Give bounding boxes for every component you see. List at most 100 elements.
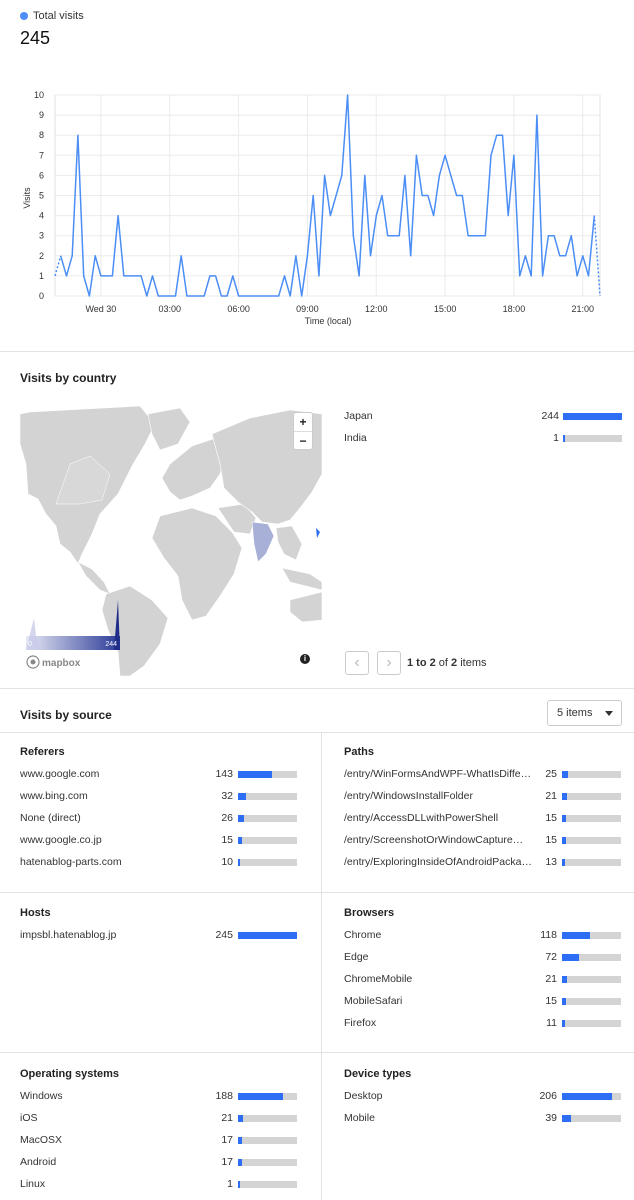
- pager-prev-button[interactable]: ‹: [345, 651, 369, 675]
- row-value: 1: [227, 1178, 233, 1190]
- row-bar-fill: [562, 1020, 565, 1027]
- row-bar-fill: [238, 1093, 283, 1100]
- row-bar-fill: [238, 771, 272, 778]
- device-row[interactable]: Mobile 39: [344, 1112, 622, 1126]
- path-row[interactable]: /entry/ExploringInsideOfAndroidPackage 13: [344, 856, 622, 870]
- row-bar-track: [562, 771, 621, 778]
- y-tick-label: 0: [39, 291, 44, 301]
- country-row[interactable]: Japan 244: [344, 410, 622, 424]
- x-tick-label: 12:00: [365, 304, 388, 314]
- row-bar-fill: [562, 1115, 571, 1122]
- y-tick-label: 6: [39, 170, 44, 180]
- referer-row[interactable]: www.bing.com 32: [20, 790, 298, 804]
- os-row[interactable]: MacOSX 17: [20, 1134, 298, 1148]
- browser-row[interactable]: ChromeMobile 21: [344, 973, 622, 987]
- browser-row[interactable]: Chrome 118: [344, 929, 622, 943]
- row-label: Firefox: [344, 1017, 377, 1029]
- os-row[interactable]: Windows 188: [20, 1090, 298, 1104]
- row-bar-fill: [562, 932, 590, 939]
- row-bar-fill: [238, 859, 240, 866]
- series-dashed-segment: [54, 255, 62, 277]
- row-label: Linux: [20, 1178, 46, 1190]
- map-zoom-controls: + −: [293, 412, 313, 450]
- x-tick-label: 03:00: [158, 304, 181, 314]
- row-label: iOS: [20, 1112, 38, 1124]
- y-tick-label: 2: [39, 251, 44, 261]
- row-label: Japan: [344, 410, 373, 422]
- row-label: /entry/WinFormsAndWPF-WhatIsDiffer...: [344, 768, 532, 780]
- divider: [0, 892, 634, 893]
- map-info-icon[interactable]: i: [300, 654, 310, 664]
- items-per-page-select[interactable]: 5 items: [547, 700, 622, 726]
- referer-row[interactable]: www.google.co.jp 15: [20, 834, 298, 848]
- pager-next-button[interactable]: ›: [377, 651, 401, 675]
- y-tick-label: 9: [39, 110, 44, 120]
- row-value: 1: [553, 432, 559, 444]
- map-legend-max: 244: [105, 641, 117, 648]
- total-visits-legend-dot: [20, 12, 28, 20]
- row-label: www.google.com: [20, 768, 100, 780]
- referer-row[interactable]: www.google.com 143: [20, 768, 298, 782]
- browser-row[interactable]: MobileSafari 15: [344, 995, 622, 1009]
- row-bar-track: [562, 932, 621, 939]
- row-label: /entry/AccessDLLwithPowerShell: [344, 812, 499, 824]
- row-bar-fill: [562, 998, 566, 1005]
- country-row[interactable]: India 1: [344, 432, 622, 446]
- os-row[interactable]: iOS 21: [20, 1112, 298, 1126]
- path-row[interactable]: /entry/WinFormsAndWPF-WhatIsDiffer... 25: [344, 768, 622, 782]
- row-value: 15: [545, 995, 557, 1007]
- row-bar-track: [563, 413, 622, 420]
- row-value: 13: [545, 856, 557, 868]
- row-label: impsbl.hatenablog.jp: [20, 929, 117, 941]
- pager-of: of: [438, 657, 448, 669]
- row-bar-fill: [238, 1137, 242, 1144]
- os-row[interactable]: Linux 1: [20, 1178, 298, 1192]
- divider: [0, 688, 634, 689]
- path-row[interactable]: /entry/ScreenshotOrWindowCaptureWi... 15: [344, 834, 622, 848]
- row-value: 188: [215, 1090, 233, 1102]
- row-bar-track: [238, 1115, 297, 1122]
- y-tick-label: 5: [39, 191, 44, 201]
- row-label: Chrome: [344, 929, 382, 941]
- row-bar-fill: [563, 413, 622, 420]
- path-row[interactable]: /entry/AccessDLLwithPowerShell 15: [344, 812, 622, 826]
- row-bar-track: [238, 932, 297, 939]
- browser-row[interactable]: Edge 72: [344, 951, 622, 965]
- row-value: 32: [221, 790, 233, 802]
- column-divider: [321, 732, 322, 1200]
- referer-row[interactable]: None (direct) 26: [20, 812, 298, 826]
- os-row[interactable]: Android 17: [20, 1156, 298, 1170]
- row-label: None (direct): [20, 812, 81, 824]
- zoom-in-button[interactable]: +: [294, 413, 312, 432]
- paths-title: Paths: [344, 746, 374, 758]
- referer-row[interactable]: hatenablog-parts.com 10: [20, 856, 298, 870]
- divider: [0, 1052, 634, 1053]
- row-bar-track: [562, 793, 621, 800]
- row-value: 15: [545, 812, 557, 824]
- row-value: 15: [221, 834, 233, 846]
- row-value: 26: [221, 812, 233, 824]
- row-value: 25: [545, 768, 557, 780]
- x-axis-label: Time (local): [305, 316, 352, 326]
- divider: [0, 732, 634, 733]
- divider: [0, 351, 634, 352]
- row-value: 143: [215, 768, 233, 780]
- referers-title: Referers: [20, 746, 65, 758]
- host-row[interactable]: impsbl.hatenablog.jp 245: [20, 929, 298, 943]
- browser-row[interactable]: Firefox 11: [344, 1017, 622, 1031]
- path-row[interactable]: /entry/WindowsInstallFolder 21: [344, 790, 622, 804]
- device-row[interactable]: Desktop 206: [344, 1090, 622, 1104]
- row-label: www.google.co.jp: [20, 834, 102, 846]
- world-map[interactable]: 0 244 mapbox + − i: [20, 404, 322, 676]
- row-value: 206: [539, 1090, 557, 1102]
- row-bar-fill: [562, 976, 567, 983]
- row-value: 15: [545, 834, 557, 846]
- row-bar-fill: [562, 859, 565, 866]
- row-value: 244: [541, 410, 559, 422]
- x-tick-label: 06:00: [227, 304, 250, 314]
- zoom-out-button[interactable]: −: [294, 432, 312, 450]
- row-label: hatenablog-parts.com: [20, 856, 122, 868]
- row-label: Windows: [20, 1090, 63, 1102]
- row-label: /entry/WindowsInstallFolder: [344, 790, 473, 802]
- row-bar-fill: [562, 837, 566, 844]
